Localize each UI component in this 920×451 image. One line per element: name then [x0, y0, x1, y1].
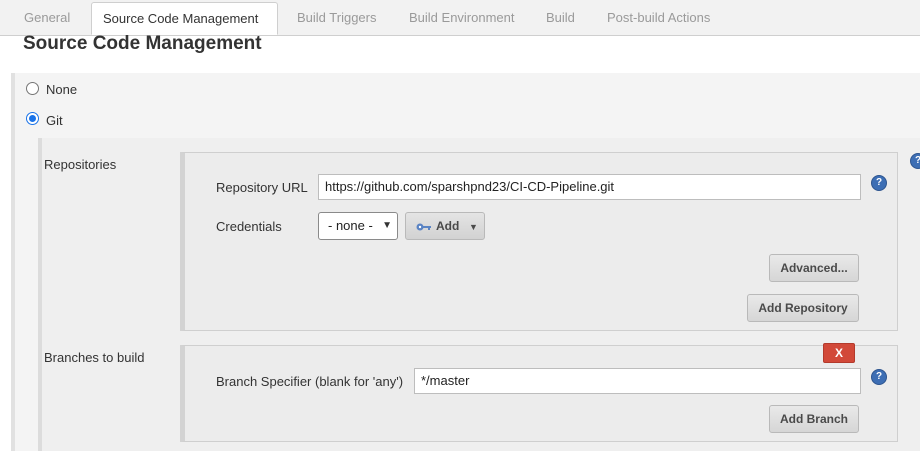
radio-git[interactable]: [26, 112, 39, 125]
credentials-select[interactable]: - none - ▼: [318, 212, 398, 240]
add-credentials-button[interactable]: Add ▼: [405, 212, 485, 240]
tab-general[interactable]: General: [24, 0, 70, 35]
branch-specifier-input[interactable]: */master: [414, 368, 861, 394]
help-icon[interactable]: ?: [871, 175, 887, 191]
help-icon[interactable]: ?: [871, 369, 887, 385]
tab-build-environment[interactable]: Build Environment: [409, 0, 515, 35]
tab-bar: General Source Code Management Build Tri…: [0, 0, 920, 36]
repositories-label: Repositories: [44, 157, 117, 172]
page-title: Source Code Management: [23, 33, 262, 54]
key-icon: [416, 223, 431, 231]
repository-url-input[interactable]: https://github.com/sparshpnd23/CI-CD-Pip…: [318, 174, 861, 200]
delete-branch-button[interactable]: X: [823, 343, 855, 363]
tab-source-code-management[interactable]: Source Code Management: [91, 2, 278, 35]
tab-build[interactable]: Build: [546, 0, 575, 35]
add-credentials-label: Add: [436, 219, 460, 233]
repository-url-label: Repository URL: [216, 180, 308, 195]
add-branch-button[interactable]: Add Branch: [769, 405, 859, 433]
tab-build-triggers[interactable]: Build Triggers: [297, 0, 376, 35]
advanced-button[interactable]: Advanced...: [769, 254, 859, 282]
chevron-down-icon: ▼: [469, 222, 478, 232]
branches-label: Branches to build: [44, 350, 145, 365]
radio-none-label[interactable]: None: [46, 82, 77, 97]
help-icon[interactable]: ?: [910, 153, 920, 169]
credentials-selected-value: - none -: [328, 218, 373, 233]
branch-specifier-label: Branch Specifier (blank for 'any'): [216, 374, 404, 389]
chevron-down-icon: ▼: [382, 220, 392, 231]
credentials-label: Credentials: [216, 219, 282, 234]
tab-post-build-actions[interactable]: Post-build Actions: [607, 0, 710, 35]
radio-none[interactable]: [26, 82, 39, 95]
radio-git-label[interactable]: Git: [46, 113, 63, 128]
add-repository-button[interactable]: Add Repository: [747, 294, 859, 322]
